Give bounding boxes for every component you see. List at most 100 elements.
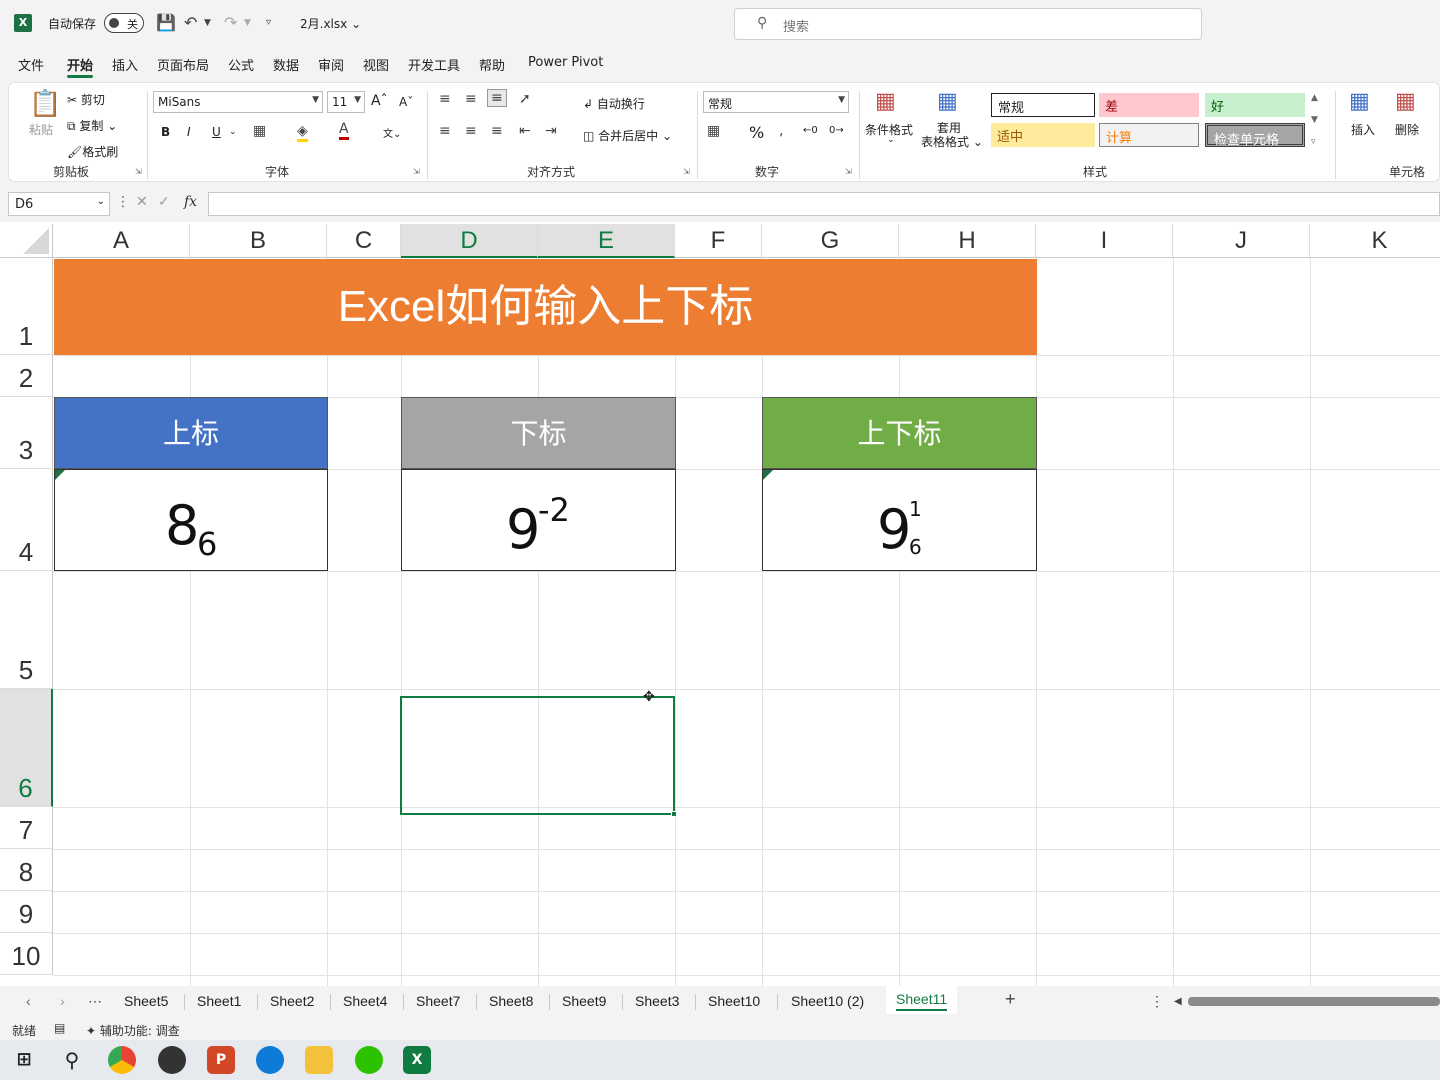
wechat-icon[interactable] bbox=[355, 1046, 383, 1074]
row-header-8[interactable]: 8 bbox=[0, 849, 53, 891]
super-subscript-header[interactable]: 上下标 bbox=[762, 397, 1037, 469]
paste-button[interactable]: 粘贴 bbox=[29, 121, 53, 138]
column-header-i[interactable]: I bbox=[1036, 224, 1173, 258]
undo-icon[interactable]: ↶ bbox=[184, 13, 197, 32]
alignment-launcher-icon[interactable]: ⇲ bbox=[683, 167, 690, 176]
excel-taskbar-icon[interactable]: X bbox=[403, 1046, 431, 1074]
add-sheet-icon[interactable]: + bbox=[1005, 989, 1016, 1010]
sheet-tab[interactable]: Sheet2 bbox=[270, 993, 314, 1009]
copy-button[interactable]: ⧉ 复制 ⌄ bbox=[67, 117, 117, 134]
paste-icon[interactable]: 📋 bbox=[29, 89, 61, 119]
tab-formulas[interactable]: 公式 bbox=[228, 55, 254, 74]
name-box[interactable]: D6 ⌄ bbox=[8, 192, 110, 216]
delete-cells-icon[interactable]: ▦ bbox=[1395, 89, 1416, 114]
powerpoint-icon[interactable]: P bbox=[207, 1046, 235, 1074]
row-header-3[interactable]: 3 bbox=[0, 397, 53, 469]
customize-toolbar-icon[interactable]: ▿ bbox=[266, 17, 271, 28]
sheet-tab[interactable]: Sheet3 bbox=[635, 993, 679, 1009]
column-header-k[interactable]: K bbox=[1310, 224, 1440, 258]
more-icon[interactable]: ⋮ bbox=[116, 194, 130, 210]
format-painter-button[interactable]: 🖌格式刷 bbox=[67, 143, 118, 160]
redo-icon[interactable]: ↷ bbox=[224, 13, 237, 32]
selected-cell[interactable] bbox=[400, 696, 677, 817]
row-header-2[interactable]: 2 bbox=[0, 355, 53, 397]
start-icon[interactable]: ⊞ bbox=[10, 1046, 38, 1074]
number-format-combo[interactable]: 常规 ▼ bbox=[703, 91, 849, 113]
row-header-5[interactable]: 5 bbox=[0, 571, 53, 689]
align-top-icon[interactable]: ≡ bbox=[439, 91, 451, 107]
super-subscript-example-cell[interactable]: 9 1 6 bbox=[762, 469, 1037, 571]
insert-cells-icon[interactable]: ▦ bbox=[1349, 89, 1370, 114]
tab-file[interactable]: 文件 bbox=[18, 55, 44, 74]
insert-function-icon[interactable]: fx bbox=[184, 194, 197, 210]
fill-color-icon[interactable]: ◈ bbox=[297, 123, 308, 142]
file-explorer-icon[interactable] bbox=[305, 1046, 333, 1074]
font-size-combo[interactable]: 11 ▼ bbox=[327, 91, 365, 113]
sheet-tab[interactable]: Sheet8 bbox=[489, 993, 533, 1009]
font-name-combo[interactable]: MiSans ▼ bbox=[153, 91, 323, 113]
column-header-b[interactable]: B bbox=[190, 224, 327, 258]
style-good[interactable]: 好 bbox=[1205, 93, 1305, 117]
cut-button[interactable]: ✂ 剪切 bbox=[67, 91, 105, 108]
sheet-tab[interactable]: Sheet10 bbox=[708, 993, 760, 1009]
row-header-1[interactable]: 1 bbox=[0, 258, 53, 355]
autosave-toggle[interactable]: 关 bbox=[104, 13, 144, 33]
column-header-a[interactable]: A bbox=[53, 224, 190, 258]
increase-indent-icon[interactable]: ⇥ bbox=[545, 123, 557, 139]
sheet-tab[interactable]: Sheet10 (2) bbox=[791, 993, 864, 1009]
align-right-icon[interactable]: ≡ bbox=[491, 123, 503, 139]
increase-font-icon[interactable]: Aˆ bbox=[371, 93, 388, 109]
superscript-header[interactable]: 上标 bbox=[54, 397, 328, 469]
italic-button[interactable]: I bbox=[187, 125, 191, 139]
bold-button[interactable]: B bbox=[161, 125, 170, 139]
align-left-icon[interactable]: ≡ bbox=[439, 123, 451, 139]
styles-scroll-down-icon[interactable]: ▼ bbox=[1311, 115, 1318, 125]
column-header-e[interactable]: E bbox=[538, 224, 675, 258]
chrome-icon[interactable] bbox=[108, 1046, 136, 1074]
cancel-icon[interactable]: ✕ bbox=[136, 194, 148, 210]
table-format-icon[interactable]: ▦ bbox=[937, 89, 958, 114]
tab-help[interactable]: 帮助 bbox=[479, 55, 505, 74]
row-header-6[interactable]: 6 bbox=[0, 689, 53, 807]
decrease-indent-icon[interactable]: ⇤ bbox=[519, 123, 531, 139]
superscript-example-cell[interactable]: 9 -2 bbox=[401, 469, 676, 571]
conditional-format-icon[interactable]: ▦ bbox=[875, 89, 896, 114]
next-sheet-icon[interactable]: › bbox=[60, 993, 65, 1009]
comma-icon[interactable]: , bbox=[779, 123, 783, 139]
style-neutral[interactable]: 适中 bbox=[991, 123, 1095, 147]
decrease-decimal-icon[interactable]: 0→ bbox=[829, 125, 844, 136]
title-banner[interactable]: Excel如何输入上下标 bbox=[54, 259, 1037, 355]
fill-handle[interactable] bbox=[671, 811, 677, 817]
redo-dropdown-icon[interactable]: ▼ bbox=[244, 18, 251, 28]
styles-more-icon[interactable]: ▿ bbox=[1311, 137, 1316, 147]
increase-decimal-icon[interactable]: ←0 bbox=[803, 125, 818, 136]
obs-icon[interactable] bbox=[158, 1046, 186, 1074]
macro-record-icon[interactable]: ▤ bbox=[54, 1021, 65, 1035]
tab-review[interactable]: 审阅 bbox=[318, 55, 344, 74]
search-taskbar-icon[interactable]: ⚲ bbox=[58, 1046, 86, 1074]
sheet-tab-active[interactable]: Sheet11 bbox=[886, 986, 958, 1014]
delete-cells-button[interactable]: 删除 bbox=[1395, 121, 1419, 138]
align-center-icon[interactable]: ≡ bbox=[465, 123, 477, 139]
number-launcher-icon[interactable]: ⇲ bbox=[845, 167, 852, 176]
phonetic-icon[interactable]: 文⌄ bbox=[383, 125, 401, 140]
align-middle-icon[interactable]: ≡ bbox=[465, 91, 477, 107]
accessibility-status[interactable]: ✦ 辅助功能: 调查 bbox=[86, 1022, 180, 1039]
styles-scroll-up-icon[interactable]: ▲ bbox=[1311, 93, 1318, 103]
column-header-d[interactable]: D bbox=[401, 224, 538, 258]
column-header-h[interactable]: H bbox=[899, 224, 1036, 258]
tab-data[interactable]: 数据 bbox=[273, 55, 299, 74]
more-sheets-icon[interactable]: ⋯ bbox=[88, 993, 102, 1010]
sheet-tab[interactable]: Sheet9 bbox=[562, 993, 606, 1009]
horizontal-scrollbar[interactable] bbox=[1188, 997, 1440, 1006]
worksheet-grid[interactable]: A B C D E F G H I J K 1 2 3 4 5 6 7 8 9 … bbox=[0, 224, 1440, 986]
tab-insert[interactable]: 插入 bbox=[112, 55, 138, 74]
sheet-tab[interactable]: Sheet1 bbox=[197, 993, 241, 1009]
tabs-options-icon[interactable]: ⋮ bbox=[1150, 993, 1164, 1010]
row-header-4[interactable]: 4 bbox=[0, 469, 53, 571]
insert-cells-button[interactable]: 插入 bbox=[1351, 121, 1375, 138]
formula-input[interactable] bbox=[208, 192, 1440, 216]
tab-view[interactable]: 视图 bbox=[363, 55, 389, 74]
style-bad[interactable]: 差 bbox=[1099, 93, 1199, 117]
row-header-7[interactable]: 7 bbox=[0, 807, 53, 849]
